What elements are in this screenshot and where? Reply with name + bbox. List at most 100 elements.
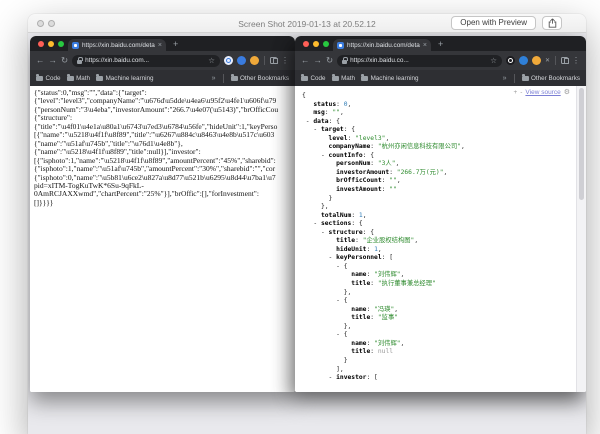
json-line[interactable]: msg: "",: [302, 109, 574, 118]
extension-icon-3[interactable]: [250, 56, 259, 65]
bookmarks-bar-left: Code Math Machine learning » Other Bookm…: [30, 70, 295, 86]
lock-icon: [342, 56, 348, 64]
json-line[interactable]: title: "执行董事兼总经理": [302, 280, 574, 289]
json-line[interactable]: brOfficCount: "",: [302, 177, 574, 186]
bookmark-folder-math[interactable]: Math: [331, 74, 355, 82]
traffic-lights-right: [303, 41, 329, 47]
address-bar[interactable]: https://xin.baidu.co... ☆: [337, 54, 502, 67]
url-text: https://xin.baidu.co...: [350, 57, 409, 64]
bookmark-folder-code[interactable]: Code: [301, 74, 326, 82]
bookmark-folder-code[interactable]: Code: [36, 74, 61, 82]
fullscreen-button[interactable]: [48, 20, 55, 27]
tab-close-icon[interactable]: ×: [158, 42, 162, 49]
tab-close-icon[interactable]: ×: [423, 42, 427, 49]
share-button[interactable]: [542, 16, 562, 30]
json-line[interactable]: title: "监事": [302, 314, 574, 323]
bookmark-star-icon[interactable]: ☆: [208, 56, 215, 65]
folder-icon: [331, 74, 339, 81]
json-line[interactable]: },: [302, 289, 574, 298]
json-line[interactable]: - target: {: [302, 126, 574, 135]
json-line[interactable]: }: [302, 195, 574, 204]
reload-button[interactable]: ↻: [326, 56, 333, 65]
scrollbar-thumb[interactable]: [579, 88, 584, 200]
json-line[interactable]: - investor: [: [302, 374, 574, 383]
bookmark-label: Math: [76, 74, 91, 82]
page-content-left: {"status":0,"msg":"","data":{"target": {…: [30, 86, 295, 392]
browser-tab[interactable]: https://xin.baidu.com/detail/da ×: [68, 39, 166, 51]
chrome-menu-icon[interactable]: ⋮: [572, 56, 580, 65]
json-line[interactable]: status: 0,: [302, 101, 574, 110]
extension-icon-2[interactable]: [518, 56, 528, 65]
page-content-right: + - View source ⚙ { status: 0, msg: "", …: [295, 86, 586, 392]
json-line[interactable]: investAmount: "": [302, 186, 574, 195]
bookmark-label: Code: [45, 74, 61, 82]
folder-icon: [36, 74, 43, 81]
bookmark-folder-ml[interactable]: Machine learning: [96, 74, 154, 82]
browser-tab[interactable]: https://xin.baidu.com/detail/da ×: [333, 39, 431, 51]
json-line[interactable]: }: [302, 357, 574, 366]
json-line[interactable]: personNum: "3人",: [302, 160, 574, 169]
other-bookmarks[interactable]: Other Bookmarks: [230, 74, 289, 82]
zoom-traffic-icon[interactable]: [323, 41, 329, 47]
back-button[interactable]: ←: [301, 56, 310, 65]
extension-icon-3[interactable]: [531, 56, 541, 65]
profile-icon[interactable]: [270, 57, 278, 64]
quicklook-titlebar: Screen Shot 2019-01-13 at 20.52.12 Open …: [28, 14, 586, 33]
screenshot-content: https://xin.baidu.com/detail/da × + ← → …: [28, 33, 586, 434]
reload-button[interactable]: ↻: [61, 56, 68, 65]
bookmark-folder-ml[interactable]: Machine learning: [361, 74, 419, 82]
json-line[interactable]: name: "刘伟辉",: [302, 271, 574, 280]
json-line[interactable]: },: [302, 203, 574, 212]
json-line[interactable]: },: [302, 323, 574, 332]
json-line[interactable]: - sections: {: [302, 220, 574, 229]
close-button[interactable]: [37, 20, 44, 27]
new-tab-button[interactable]: +: [438, 38, 443, 51]
bookmark-star-icon[interactable]: ☆: [490, 56, 497, 65]
extension-icon-1[interactable]: [505, 56, 515, 65]
json-line[interactable]: - {: [302, 331, 574, 340]
tab-strip-right: https://xin.baidu.com/detail/da × +: [295, 36, 586, 51]
bookmarks-overflow-icon[interactable]: »: [503, 75, 507, 82]
toolbar-right: ← → ↻ https://xin.baidu.co... ☆ ✕ ⋮: [295, 51, 586, 70]
json-line[interactable]: - keyPersonnel: [: [302, 254, 574, 263]
other-bookmarks[interactable]: Other Bookmarks: [521, 74, 580, 82]
json-line[interactable]: totalNum: 1,: [302, 212, 574, 221]
json-line[interactable]: - {: [302, 297, 574, 306]
json-line[interactable]: hideUnit: 1,: [302, 246, 574, 255]
folder-icon: [361, 74, 369, 81]
extension-icon-4[interactable]: ✕: [545, 57, 550, 64]
extension-icon-1[interactable]: [224, 56, 233, 65]
json-line[interactable]: title: null: [302, 348, 574, 357]
forward-button[interactable]: →: [49, 56, 58, 65]
minimize-traffic-icon[interactable]: [48, 41, 54, 47]
open-with-preview-button[interactable]: Open with Preview: [451, 16, 536, 30]
bookmarks-overflow-icon[interactable]: »: [212, 75, 216, 82]
scrollbar[interactable]: [576, 86, 586, 392]
minimize-traffic-icon[interactable]: [313, 41, 319, 47]
zoom-traffic-icon[interactable]: [58, 41, 64, 47]
extension-icon-2[interactable]: [237, 56, 246, 65]
folder-icon: [66, 74, 74, 81]
profile-icon[interactable]: [561, 57, 569, 64]
address-bar[interactable]: https://xin.baidu.com... ☆: [72, 54, 220, 67]
bookmarks-divider: [222, 73, 224, 83]
back-button[interactable]: ←: [36, 56, 45, 65]
bookmark-folder-math[interactable]: Math: [66, 74, 91, 82]
new-tab-button[interactable]: +: [173, 38, 178, 51]
json-line[interactable]: name: "冯瑛",: [302, 306, 574, 315]
close-traffic-icon[interactable]: [303, 41, 309, 47]
url-text: https://xin.baidu.com...: [85, 57, 150, 64]
traffic-lights-left: [38, 41, 64, 47]
json-line[interactable]: companyName: "杭州亦闲信息科技有限公司",: [302, 143, 574, 152]
json-line[interactable]: {: [302, 92, 574, 101]
json-line[interactable]: - structure: {: [302, 229, 574, 238]
close-traffic-icon[interactable]: [38, 41, 44, 47]
chrome-menu-icon[interactable]: ⋮: [281, 56, 289, 65]
json-line[interactable]: ],: [302, 366, 574, 375]
json-line[interactable]: level: "level3",: [302, 135, 574, 144]
json-line[interactable]: title: "企业股权结构图",: [302, 237, 574, 246]
bookmark-label: Machine learning: [370, 74, 419, 82]
json-line[interactable]: - data: {: [302, 118, 574, 127]
forward-button[interactable]: →: [314, 56, 323, 65]
other-bookmarks-label: Other Bookmarks: [240, 74, 289, 82]
